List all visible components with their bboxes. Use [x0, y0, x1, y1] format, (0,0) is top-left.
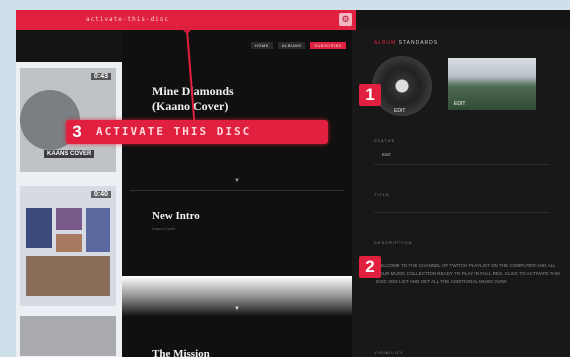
step-badge-1: 1 — [359, 84, 381, 106]
step-badge-3: 3 — [66, 121, 88, 143]
callout-pointer — [183, 25, 196, 131]
activate-callout: ACTIVATE THIS DISC — [66, 120, 328, 144]
step-badge-2: 2 — [359, 256, 381, 278]
callout-text: ACTIVATE THIS DISC — [96, 125, 252, 138]
